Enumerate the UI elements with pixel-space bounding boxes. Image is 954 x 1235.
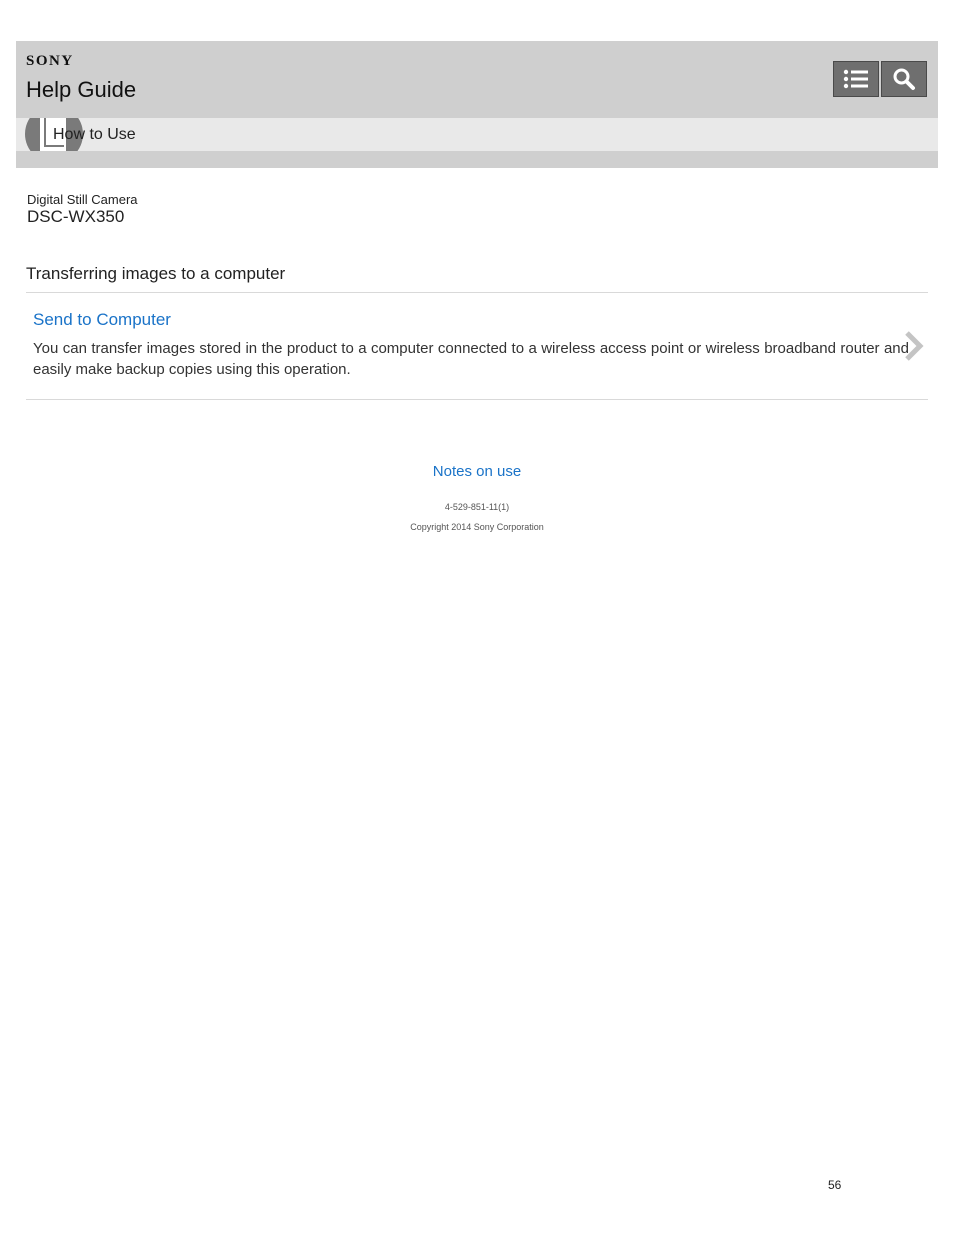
section-title: Transferring images to a computer [26, 264, 286, 283]
divider-bottom [26, 399, 928, 400]
search-button[interactable] [881, 61, 927, 97]
toc-menu-button[interactable] [833, 61, 879, 97]
notes-on-use-link[interactable]: Notes on use [433, 463, 521, 480]
section-nav-label[interactable]: How to Use [53, 126, 136, 144]
page-number: 56 [828, 1178, 842, 1192]
page-title[interactable]: Help Guide [26, 77, 136, 103]
list-icon [843, 69, 868, 89]
brand-logo: SONY [26, 53, 74, 69]
product-type: Digital Still Camera [27, 192, 138, 207]
section-nav-bar: How to Use [16, 118, 938, 151]
chevron-right-icon[interactable] [902, 330, 926, 362]
product-model: DSC-WX350 [27, 207, 125, 226]
notes-footer: Notes on use [0, 463, 954, 480]
divider-top [26, 292, 928, 293]
topic-description: You can transfer images stored in the pr… [33, 340, 909, 378]
search-icon [893, 68, 915, 90]
topic-link[interactable]: Send to Computer [33, 310, 171, 330]
copyright-text: Copyright 2014 Sony Corporation [410, 522, 544, 532]
document-number: 4-529-851-11(1) [444, 502, 510, 512]
header-bar: SONY Help Guide How to Use [16, 41, 938, 168]
